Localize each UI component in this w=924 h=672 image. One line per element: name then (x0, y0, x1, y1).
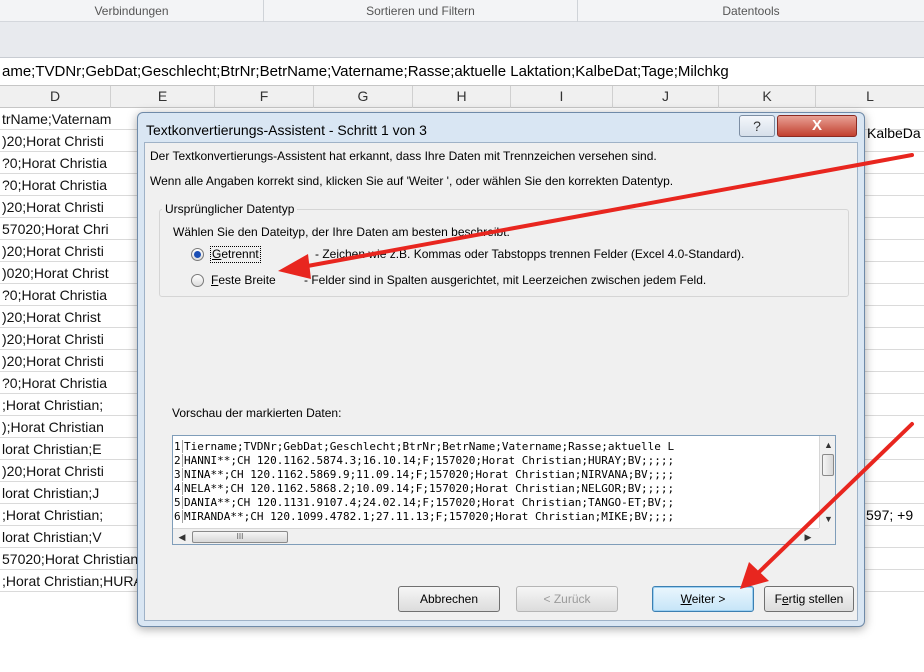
preview-line-number: 5 (173, 496, 183, 509)
cell-text: ?0;Horat Christia (2, 177, 108, 193)
cell-text: lorat Christian;V (2, 529, 102, 545)
back-button[interactable]: < Zurück (516, 586, 618, 612)
help-button[interactable]: ? (739, 115, 775, 137)
ribbon-group-sort-filter: Sortieren und Filtern (264, 0, 578, 22)
column-header-k[interactable]: K (719, 86, 816, 108)
radio-label-delimited-rest: etrennt (221, 247, 259, 261)
cell-text: )20;Horat Christ (2, 309, 101, 325)
column-header-h[interactable]: H (413, 86, 511, 108)
radio-label-delimited-hotkey: G (212, 247, 222, 261)
column-header-i[interactable]: I (511, 86, 613, 108)
cell-text: ;Horat Christian; (2, 397, 104, 413)
finish-button-label-rest: rtig stellen (788, 592, 844, 606)
ribbon-group-connections: Verbindungen (0, 0, 264, 22)
radio-label-delimited[interactable]: Getrennt (210, 246, 261, 263)
column-header-g[interactable]: G (314, 86, 413, 108)
column-headers: D E F G H I J K L (0, 86, 924, 108)
cell-text: ;Horat Christian; (2, 507, 104, 523)
cell-kalbedat-fragment: KalbeDa (867, 125, 921, 141)
group-title: Ursprünglicher Datentyp (162, 202, 298, 216)
vertical-scroll-thumb[interactable] (822, 454, 834, 476)
column-header-f[interactable]: F (215, 86, 314, 108)
scroll-grip-icon: III (236, 532, 244, 541)
preview-line: 6 MIRANDA**;CH 120.1099.4782.1;27.11.13;F… (173, 510, 674, 523)
next-button-hotkey: W (680, 592, 692, 606)
scroll-up-arrow-icon[interactable]: ▲ (820, 438, 835, 452)
help-icon: ? (753, 118, 761, 134)
preview-line-text: MIRANDA**;CH 120.1099.4782.1;27.11.13;F;… (184, 510, 675, 523)
preview-line: 2 HANNI**;CH 120.1162.5874.3;16.10.14;F;1… (173, 454, 674, 467)
detection-description: Der Textkonvertierungs-Assistent hat erk… (150, 149, 657, 163)
cancel-button[interactable]: Abbrechen (398, 586, 500, 612)
finish-button[interactable]: Fertig stellen (764, 586, 854, 612)
column-header-l[interactable]: L (816, 86, 924, 108)
cell-text: ?0;Horat Christia (2, 287, 108, 303)
preview-label: Vorschau der markierten Daten: (172, 406, 342, 420)
radio-desc-fixed-width: - Felder sind in Spalten ausgerichtet, m… (304, 273, 707, 287)
preview-line-number: 1 (173, 440, 183, 453)
ribbon-group-data-tools: Datentools (722, 4, 780, 18)
data-preview[interactable]: 1 Tiername;TVDNr;GebDat;Geschlecht;BtrNr;… (172, 435, 836, 545)
column-header-e[interactable]: E (111, 86, 215, 108)
cell-597-fragment: 597; +9 (866, 507, 914, 523)
preview-line: 3 NINA**;CH 120.1162.5869.9;11.09.14;F;15… (173, 468, 674, 481)
radio-desc-delimited: - Zeichen wie z.B. Kommas oder Tabstopps… (315, 247, 745, 261)
preview-line: 4 NELA**;CH 120.1162.5868.2;10.09.14;F;15… (173, 482, 674, 495)
close-icon: X (811, 117, 822, 134)
scroll-right-arrow-icon[interactable]: ▶ (801, 529, 815, 544)
preview-line-number: 4 (173, 482, 183, 495)
close-button[interactable]: X (777, 115, 857, 137)
preview-horizontal-scrollbar[interactable]: ◀ III ▶ (173, 528, 819, 544)
dialog-body: Der Textkonvertierungs-Assistent hat erk… (144, 142, 858, 621)
cell-text: )20;Horat Christi (2, 199, 104, 215)
scroll-corner (819, 528, 835, 544)
cell-text: )20;Horat Christi (2, 133, 104, 149)
radio-button-fixed-width[interactable] (191, 274, 204, 287)
next-button-label: eiter > (691, 592, 726, 606)
finish-button-hotkey: e (781, 592, 789, 606)
preview-line: 5 DANIA**;CH 120.1131.9107.4;24.02.14;F;1… (173, 496, 674, 509)
preview-line: 1 Tiername;TVDNr;GebDat;Geschlecht;BtrNr;… (173, 440, 674, 453)
cell-text: 57020;Horat Chri (2, 221, 109, 237)
preview-line-text: NINA**;CH 120.1162.5869.9;11.09.14;F;157… (184, 468, 675, 481)
preview-line-number: 6 (173, 510, 183, 523)
cell-text: )20;Horat Christi (2, 353, 104, 369)
cell-text: )20;Horat Christi (2, 243, 104, 259)
text-import-wizard-dialog: Textkonvertierungs-Assistent - Schritt 1… (137, 112, 865, 627)
dialog-title: Textkonvertierungs-Assistent - Schritt 1… (146, 122, 427, 138)
radio-label-fixed-width-rest: este Breite (218, 273, 276, 287)
column-header-d[interactable]: D (0, 86, 111, 108)
ribbon-group-strip: Verbindungen Sortieren und Filtern Daten… (0, 0, 924, 22)
finish-button-label-start: F (774, 592, 782, 606)
next-button[interactable]: Weiter > (652, 586, 754, 612)
cell-text: lorat Christian;J (2, 485, 100, 501)
group-hint: Wählen Sie den Dateityp, der Ihre Daten … (173, 225, 510, 239)
preview-line-text: Tiername;TVDNr;GebDat;Geschlecht;BtrNr;B… (184, 440, 675, 453)
preview-line-number: 3 (173, 468, 183, 481)
cell-text: ?0;Horat Christia (2, 155, 108, 171)
ribbon-gap (0, 22, 924, 58)
cell-text: )020;Horat Christ (2, 265, 109, 281)
cell-text: )20;Horat Christi (2, 331, 104, 347)
radio-button-delimited[interactable] (191, 248, 204, 261)
preview-vertical-scrollbar[interactable]: ▲ ▼ (819, 436, 835, 528)
column-header-j[interactable]: J (613, 86, 719, 108)
radio-label-fixed-width[interactable]: Feste Breite (211, 273, 276, 288)
cell-text: trName;Vaternam (2, 111, 112, 127)
cell-text: );Horat Christian (2, 419, 104, 435)
formula-bar[interactable]: ame;TVDNr;GebDat;Geschlecht;BtrNr;BetrNa… (0, 58, 924, 86)
preview-line-text: DANIA**;CH 120.1131.9107.4;24.02.14;F;15… (184, 496, 675, 509)
preview-line-number: 2 (173, 454, 183, 467)
cell-text: ?0;Horat Christia (2, 375, 108, 391)
preview-line-text: HANNI**;CH 120.1162.5874.3;16.10.14;F;15… (184, 454, 675, 467)
cell-text: lorat Christian;E (2, 441, 102, 457)
cell-text: )20;Horat Christi (2, 463, 104, 479)
preview-line-text: NELA**;CH 120.1162.5868.2;10.09.14;F;157… (184, 482, 675, 495)
instruction-description: Wenn alle Angaben korrekt sind, klicken … (150, 174, 674, 188)
horizontal-scroll-thumb[interactable]: III (192, 531, 288, 543)
scroll-left-arrow-icon[interactable]: ◀ (175, 529, 189, 544)
formula-bar-content[interactable]: ame;TVDNr;GebDat;Geschlecht;BtrNr;BetrNa… (2, 62, 729, 82)
scroll-down-arrow-icon[interactable]: ▼ (820, 512, 835, 526)
